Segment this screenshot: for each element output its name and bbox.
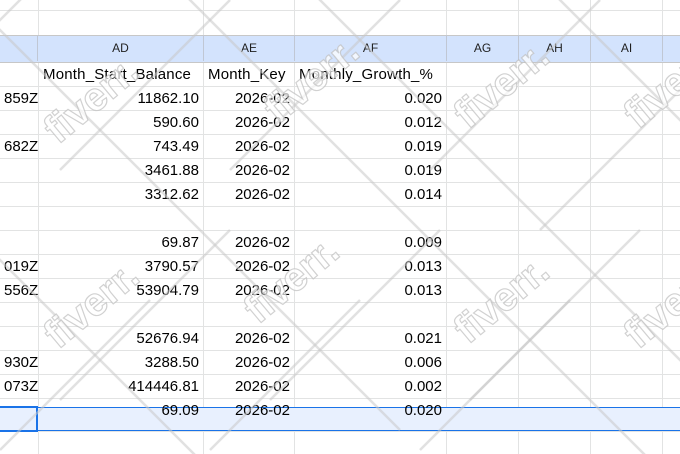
cell-month-key[interactable]: 2026-02 (204, 231, 294, 255)
cell-month-key[interactable]: 2026-02 (204, 399, 294, 423)
cell-month-key[interactable] (204, 303, 294, 327)
cell-truncated[interactable]: 859Z (0, 87, 38, 111)
cell-month-key[interactable]: 2026-02 (204, 159, 294, 183)
cell-monthly-growth[interactable]: 0.013 (295, 255, 446, 279)
cell-month-key[interactable]: 2026-02 (204, 327, 294, 351)
cell-month-start-balance[interactable]: 52676.94 (39, 327, 203, 351)
cell-month-start-balance[interactable]: 53904.79 (39, 279, 203, 303)
cell-monthly-growth[interactable]: 0.009 (295, 231, 446, 255)
cell-truncated[interactable] (0, 399, 38, 423)
cell-month-key[interactable]: 2026-02 (204, 111, 294, 135)
cell-month-start-balance[interactable]: 590.60 (39, 111, 203, 135)
cell-truncated[interactable] (0, 327, 38, 351)
cell-month-start-balance[interactable]: 3288.50 (39, 351, 203, 375)
gridline (518, 0, 519, 454)
watermark-line (539, 89, 680, 231)
cell-month-key[interactable]: 2026-02 (204, 279, 294, 303)
cell-month-key[interactable] (204, 207, 294, 231)
cell-month-key[interactable]: 2026-02 (204, 135, 294, 159)
cell-monthly-growth[interactable] (295, 303, 446, 327)
watermark-line (439, 249, 561, 371)
gridline (662, 0, 663, 454)
cell-truncated[interactable]: 556Z (0, 279, 38, 303)
cell-month-start-balance[interactable]: 3312.62 (39, 183, 203, 207)
cell-truncated[interactable]: 930Z (0, 351, 38, 375)
cell-monthly-growth[interactable]: 0.013 (295, 279, 446, 303)
column-header-ae[interactable]: AE (204, 35, 295, 61)
column-header-ai[interactable]: AI (591, 35, 663, 61)
cell-truncated[interactable] (0, 183, 38, 207)
watermark-logo-text: fiverr. (616, 253, 680, 357)
cell-monthly-growth[interactable]: 0.012 (295, 111, 446, 135)
cell-month-key[interactable]: 2026-02 (204, 87, 294, 111)
gridline (0, 10, 680, 11)
column-header-ah[interactable]: AH (519, 35, 591, 61)
cell-truncated[interactable] (0, 231, 38, 255)
column-header-ag[interactable]: AG (447, 35, 519, 61)
column-header-af[interactable]: AF (295, 35, 447, 61)
cell-month-key[interactable]: 2026-02 (204, 375, 294, 399)
cell-truncated[interactable] (0, 111, 38, 135)
cell-month-start-balance[interactable]: 414446.81 (39, 375, 203, 399)
cell-month-start-balance[interactable]: 3790.57 (39, 255, 203, 279)
column-header-ad[interactable]: AD (38, 35, 204, 61)
cell-month-start-balance[interactable]: 11862.10 (39, 87, 203, 111)
cell-month-start-balance[interactable]: 69.09 (39, 399, 203, 423)
cell-truncated[interactable] (0, 207, 38, 231)
gridline (0, 431, 680, 432)
cell-month-key[interactable]: 2026-02 (204, 351, 294, 375)
cell-monthly-growth[interactable] (295, 207, 446, 231)
cell-truncated[interactable] (0, 303, 38, 327)
cell-month-key[interactable]: 2026-02 (204, 255, 294, 279)
cell-monthly-growth[interactable]: 0.002 (295, 375, 446, 399)
cell-truncated[interactable]: 682Z (0, 135, 38, 159)
cell-monthly-growth[interactable]: 0.020 (295, 87, 446, 111)
cell-monthly-growth[interactable]: 0.019 (295, 135, 446, 159)
spreadsheet-grid[interactable]: AD AE AF AG AH AI Month_Start_Balance Mo… (0, 0, 680, 454)
cell-month-key[interactable]: 2026-02 (204, 183, 294, 207)
watermark-line (429, 109, 561, 241)
cell-monthly-growth[interactable]: 0.006 (295, 351, 446, 375)
cell-month-start-balance[interactable] (39, 207, 203, 231)
cell-month-start-balance[interactable]: 69.87 (39, 231, 203, 255)
cell-header-month-key[interactable]: Month_Key (204, 63, 295, 87)
cell-header-monthly-growth[interactable]: Monthly_Growth_% (295, 63, 447, 87)
cell-truncated[interactable]: 073Z (0, 375, 38, 399)
cell-monthly-growth[interactable]: 0.019 (295, 159, 446, 183)
watermark-line (429, 0, 601, 171)
gridline (590, 0, 591, 454)
cell-monthly-growth[interactable]: 0.021 (295, 327, 446, 351)
column-header-partial[interactable] (0, 35, 38, 61)
cell-truncated[interactable] (0, 159, 38, 183)
column-header-partial[interactable] (663, 35, 680, 61)
cell-month-start-balance[interactable] (39, 303, 203, 327)
cell-header-month-start-balance[interactable]: Month_Start_Balance (39, 63, 204, 87)
cell-month-start-balance[interactable]: 743.49 (39, 135, 203, 159)
cell-monthly-growth[interactable]: 0.014 (295, 183, 446, 207)
cell-monthly-growth[interactable]: 0.020 (295, 399, 446, 423)
watermark-logo-text: fiverr. (446, 248, 558, 352)
cell-truncated[interactable]: 019Z (0, 255, 38, 279)
cell-month-start-balance[interactable]: 3461.88 (39, 159, 203, 183)
